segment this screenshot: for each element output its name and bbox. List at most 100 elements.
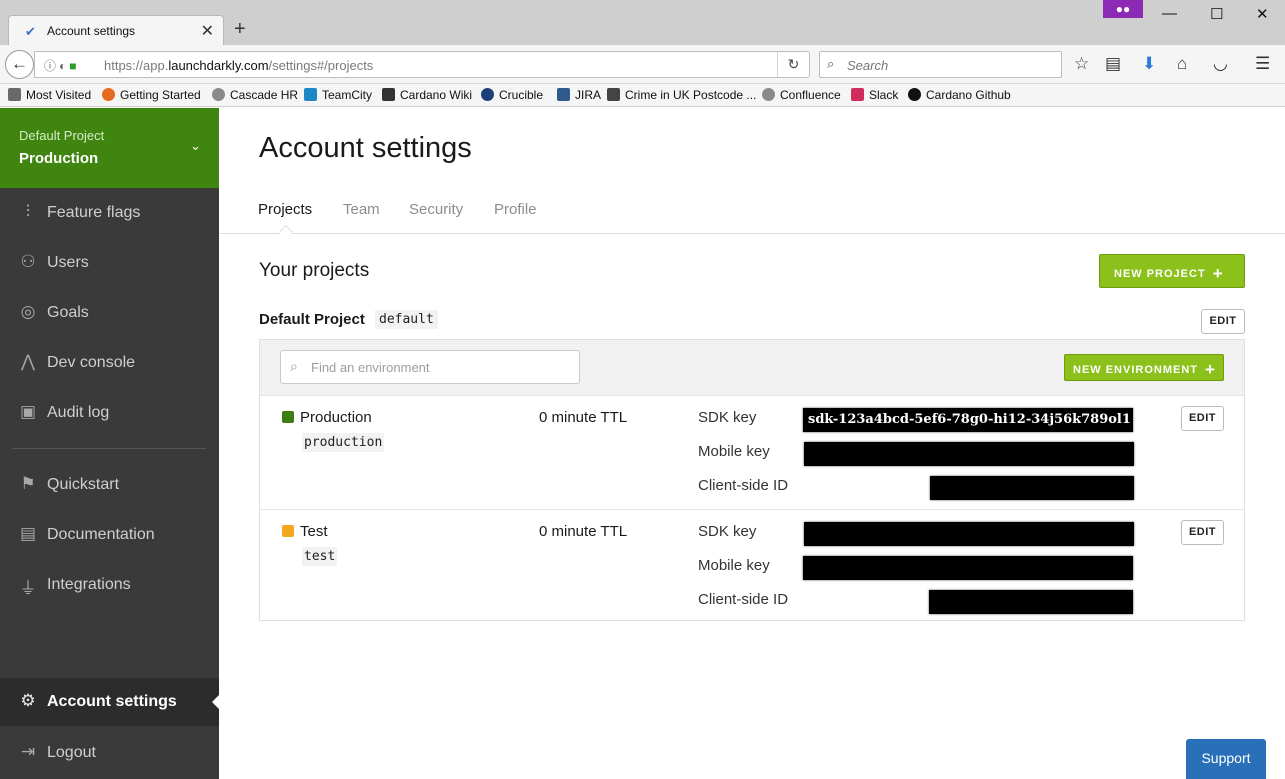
sdk-key-label: SDK key [698, 409, 757, 426]
bookmark-item[interactable]: Confluence [762, 88, 841, 102]
wiki-icon [382, 88, 395, 101]
url-text[interactable]: https://app.launchdarkly.com/settings#/p… [104, 58, 373, 73]
address-bar[interactable]: ⓘ◐■ https://app.launchdarkly.com/setting… [34, 51, 810, 78]
sidebar-item-logout[interactable]: ⇥ Logout [0, 733, 219, 773]
sidebar-item-account-settings[interactable]: ⚙ Account settings [0, 678, 219, 726]
environment-name: Test [300, 523, 328, 540]
site-info-icon[interactable]: ⓘ◐■ [44, 57, 80, 74]
browser-titlebar: ✔ Account settings ✕ + ●● — ☐ ✕ [0, 0, 1285, 46]
globe-icon [762, 88, 775, 101]
sidebar-item-label: Goals [47, 304, 89, 321]
bookmark-item[interactable]: Cardano Github [908, 88, 1011, 102]
close-window-icon[interactable]: ✕ [1256, 5, 1269, 23]
bookmark-item[interactable]: Cardano Wiki [382, 88, 472, 102]
bookmark-item[interactable]: Most Visited [8, 88, 91, 102]
gear-icon: ⚙ [20, 691, 36, 710]
environment-search-input[interactable]: ⌕ Find an environment [280, 350, 580, 384]
logout-icon: ⇥ [20, 742, 36, 761]
reading-list-icon[interactable]: ▤ [1105, 54, 1121, 74]
sidebar-item-label: Quickstart [47, 476, 120, 493]
environments-toolbar: ⌕ Find an environment NEW ENVIRONMENT + [260, 340, 1244, 396]
bookmark-item[interactable]: JIRA [557, 88, 601, 102]
bookmark-folder-icon [8, 88, 21, 101]
new-tab-icon[interactable]: + [234, 18, 246, 41]
tab-security[interactable]: Security [409, 201, 463, 218]
home-icon[interactable]: ⌂ [1177, 54, 1187, 74]
sidebar-item-users[interactable]: ⚇ Users [0, 243, 219, 283]
sidebar-item-feature-flags[interactable]: ⫶ Feature flags [0, 193, 219, 233]
environment-search-placeholder: Find an environment [311, 360, 430, 375]
sdk-key-label: SDK key [698, 523, 757, 540]
client-side-id-label: Client-side ID [698, 477, 789, 494]
search-icon: ⌕ [290, 358, 298, 374]
reload-icon[interactable]: ↻ [777, 52, 809, 77]
jira-icon [557, 88, 570, 101]
police-badge-icon [607, 88, 620, 101]
browser-tab[interactable]: ✔ Account settings ✕ [8, 15, 224, 46]
sidebar-item-documentation[interactable]: ▤ Documentation [0, 515, 219, 555]
sidebar-item-integrations[interactable]: ⏚ Integrations [0, 565, 219, 605]
sidebar-item-label: Feature flags [47, 204, 141, 221]
back-button[interactable]: ← [5, 50, 34, 79]
edit-environment-button[interactable]: EDIT [1181, 520, 1224, 545]
environment-key: production [302, 433, 385, 452]
minimize-window-icon[interactable]: — [1162, 5, 1177, 22]
settings-tabs: Projects Team Security Profile [219, 198, 1285, 240]
browser-search-input[interactable]: ⌕ Search [819, 51, 1062, 78]
project-environment-switcher[interactable]: Default Project Production ⌄ [0, 108, 219, 188]
sidebar-item-dev-console[interactable]: ⋀ Dev console [0, 343, 219, 383]
maximize-window-icon[interactable]: ☐ [1210, 5, 1223, 23]
main-content: Account settings Projects Team Security … [219, 108, 1285, 779]
sdk-key-value[interactable]: sdk-123a4bcd-5ef6-78g0-hi12-34j56k789ol1 [803, 408, 1133, 432]
sidebar-item-label: Dev console [47, 354, 136, 371]
sidebar-item-quickstart[interactable]: ⚑ Quickstart [0, 465, 219, 505]
users-icon: ⚇ [20, 252, 36, 271]
crucible-icon [481, 88, 494, 101]
environment-ttl: 0 minute TTL [539, 523, 628, 540]
browser-tab-title: Account settings [47, 24, 136, 38]
lock-icon: ■ [69, 59, 80, 73]
new-environment-button[interactable]: NEW ENVIRONMENT + [1064, 354, 1224, 381]
menu-icon[interactable]: ☰ [1255, 54, 1270, 74]
pocket-icon[interactable]: ◡ [1213, 54, 1228, 74]
downloads-icon[interactable]: ⬇ [1142, 54, 1156, 74]
firefox-icon [102, 88, 115, 101]
sdk-key-text: sdk-123a4bcd-5ef6-78g0-hi12-34j56k789ol1 [808, 412, 1131, 427]
bookmarks-toolbar: Most Visited Getting Started Cascade HR … [0, 84, 1285, 107]
edit-environment-button[interactable]: EDIT [1181, 406, 1224, 431]
bookmark-item[interactable]: Getting Started [102, 88, 201, 102]
support-button[interactable]: Support [1186, 739, 1266, 779]
bookmark-item[interactable]: TeamCity [304, 88, 372, 102]
tab-team[interactable]: Team [343, 201, 380, 218]
bookmark-item[interactable]: Crucible [481, 88, 543, 102]
plus-icon: + [1205, 360, 1216, 379]
tab-profile[interactable]: Profile [494, 201, 537, 218]
mobile-key-redacted [804, 442, 1134, 466]
client-side-id-label: Client-side ID [698, 591, 789, 608]
edit-project-button[interactable]: EDIT [1201, 309, 1245, 334]
bookmark-item[interactable]: Crime in UK Postcode ... [607, 88, 756, 102]
new-project-button[interactable]: NEW PROJECT + [1099, 254, 1245, 288]
active-tab-caret [278, 224, 294, 240]
sidebar-item-audit-log[interactable]: ▣ Audit log [0, 393, 219, 433]
sidebar-item-label: Documentation [47, 526, 155, 543]
bookmark-star-icon[interactable]: ☆ [1074, 54, 1089, 74]
close-tab-icon[interactable]: ✕ [201, 21, 214, 41]
sliders-icon: ⫶ [25, 202, 31, 221]
signpost-icon: ⚑ [20, 474, 36, 493]
pulse-icon: ⋀ [21, 352, 35, 371]
environment-row-test: Test test 0 minute TTL SDK key Mobile ke… [260, 509, 1244, 622]
browser-search-placeholder: Search [847, 58, 889, 73]
current-project-name: Default Project [19, 128, 105, 143]
plus-icon: + [1212, 264, 1224, 283]
tab-projects[interactable]: Projects [258, 201, 312, 218]
project-key: default [375, 310, 438, 329]
sidebar-item-goals[interactable]: ◎ Goals [0, 293, 219, 333]
new-environment-label: NEW ENVIRONMENT [1073, 364, 1198, 376]
bookmark-item[interactable]: Slack [851, 88, 898, 102]
private-mask-icon[interactable]: ●● [1103, 0, 1143, 18]
bookmark-item[interactable]: Cascade HR [212, 88, 298, 102]
slack-icon [851, 88, 864, 101]
mobile-key-redacted [803, 556, 1133, 580]
mobile-key-label: Mobile key [698, 557, 770, 574]
